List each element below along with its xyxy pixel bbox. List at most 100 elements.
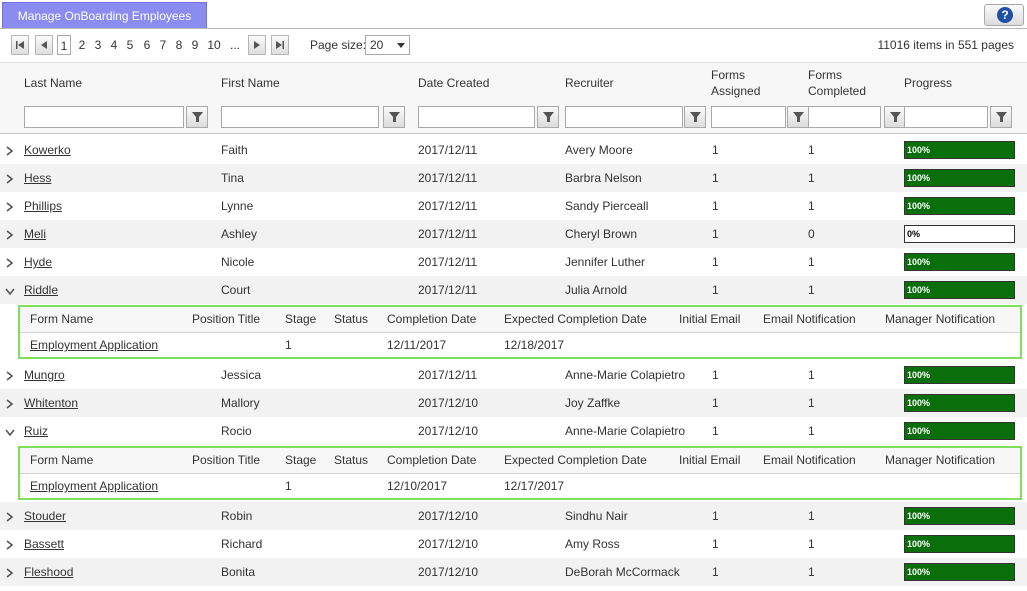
- filter-button-recruiter[interactable]: [684, 106, 706, 128]
- chevron-right-icon[interactable]: [5, 370, 14, 381]
- detail-col-status[interactable]: Status: [334, 307, 368, 331]
- filter-button-forms-assigned[interactable]: [787, 106, 809, 128]
- page-1[interactable]: 1: [57, 35, 71, 55]
- detail-stage: 1: [285, 479, 292, 493]
- chevron-down-icon[interactable]: [5, 285, 15, 296]
- progress-bar: 100%: [904, 169, 1015, 187]
- next-page-button[interactable]: [248, 35, 266, 55]
- page-8[interactable]: 8: [173, 35, 185, 55]
- detail-col-expected-completion-date[interactable]: Expected Completion Date: [504, 448, 647, 472]
- detail-col-completion-date[interactable]: Completion Date: [387, 448, 476, 472]
- filter-input-progress[interactable]: [904, 106, 988, 128]
- page-7[interactable]: 7: [157, 35, 169, 55]
- tab-manage-onboarding[interactable]: Manage OnBoarding Employees: [2, 2, 207, 28]
- chevron-right-icon[interactable]: [5, 173, 14, 184]
- detail-col-position-title[interactable]: Position Title: [192, 307, 260, 331]
- page-10[interactable]: 10: [205, 35, 223, 55]
- last-name-link[interactable]: Bassett: [24, 530, 64, 558]
- date-created: 2017/12/10: [418, 509, 479, 523]
- filter-button-date-created[interactable]: [537, 106, 559, 128]
- first-name: Robin: [221, 509, 253, 523]
- last-name-link[interactable]: Hess: [24, 164, 51, 192]
- detail-form-name-link[interactable]: Employment Application: [30, 333, 158, 357]
- last-name-link[interactable]: Phillips: [24, 192, 62, 220]
- first-page-button[interactable]: [11, 35, 29, 55]
- detail-form-name-link[interactable]: Employment Application: [30, 474, 158, 498]
- col-forms-assigned[interactable]: Forms Assigned: [711, 63, 781, 103]
- recruiter: Jennifer Luther: [565, 255, 646, 269]
- filter-icon: [192, 112, 203, 122]
- detail-col-manager-notification[interactable]: Manager Notification: [885, 307, 995, 331]
- last-page-button[interactable]: [271, 35, 289, 55]
- chevron-right-icon[interactable]: [5, 145, 14, 156]
- detail-col-initial-email[interactable]: Initial Email: [679, 307, 740, 331]
- page-3[interactable]: 3: [92, 35, 104, 55]
- last-name-link[interactable]: Whitenton: [24, 389, 78, 417]
- filter-input-forms-completed[interactable]: [808, 106, 881, 128]
- last-name-link[interactable]: Mungro: [24, 361, 65, 389]
- forms-completed: 1: [808, 283, 815, 297]
- detail-col-manager-notification[interactable]: Manager Notification: [885, 448, 995, 472]
- filter-input-recruiter[interactable]: [565, 106, 683, 128]
- filter-input-last-name[interactable]: [24, 106, 184, 128]
- chevron-right-icon[interactable]: [5, 511, 14, 522]
- detail-col-initial-email[interactable]: Initial Email: [679, 448, 740, 472]
- page-6[interactable]: 6: [141, 35, 153, 55]
- col-progress[interactable]: Progress: [904, 63, 952, 103]
- page-2[interactable]: 2: [76, 35, 88, 55]
- date-created: 2017/12/10: [418, 424, 479, 438]
- chevron-right-icon[interactable]: [5, 201, 14, 212]
- date-created: 2017/12/11: [418, 199, 478, 213]
- filter-button-progress[interactable]: [990, 106, 1012, 128]
- filter-button-first-name[interactable]: [383, 106, 405, 128]
- detail-col-email-notification[interactable]: Email Notification: [763, 448, 856, 472]
- col-recruiter[interactable]: Recruiter: [565, 63, 614, 103]
- filter-button-forms-completed[interactable]: [884, 106, 906, 128]
- detail-col-stage[interactable]: Stage: [285, 307, 316, 331]
- detail-col-form-name[interactable]: Form Name: [30, 448, 93, 472]
- last-name-link[interactable]: Stouder: [24, 502, 66, 530]
- prev-page-button[interactable]: [35, 35, 53, 55]
- detail-col-stage[interactable]: Stage: [285, 448, 316, 472]
- filter-input-first-name[interactable]: [221, 106, 379, 128]
- page-more[interactable]: ...: [228, 35, 242, 55]
- last-name-link[interactable]: Kowerko: [24, 136, 71, 164]
- forms-completed: 1: [808, 143, 815, 157]
- col-forms-completed[interactable]: Forms Completed: [808, 63, 878, 103]
- last-name-link[interactable]: Hyde: [24, 248, 52, 276]
- col-first-name[interactable]: First Name: [221, 63, 280, 103]
- chevron-right-icon[interactable]: [5, 539, 14, 550]
- detail-col-email-notification[interactable]: Email Notification: [763, 307, 856, 331]
- col-last-name[interactable]: Last Name: [24, 63, 82, 103]
- page-size-select[interactable]: 20: [365, 35, 410, 55]
- page-5[interactable]: 5: [124, 35, 136, 55]
- help-button[interactable]: ?: [984, 4, 1024, 26]
- last-name-link[interactable]: Ruiz: [24, 417, 48, 445]
- first-name: Jessica: [221, 368, 262, 382]
- last-name-link[interactable]: Meli: [24, 220, 46, 248]
- chevron-down-icon[interactable]: [5, 426, 15, 437]
- last-name-link[interactable]: Riddle: [24, 276, 58, 304]
- date-created: 2017/12/11: [418, 171, 478, 185]
- detail-col-completion-date[interactable]: Completion Date: [387, 307, 476, 331]
- detail-col-status[interactable]: Status: [334, 448, 368, 472]
- last-name-link[interactable]: Fleshood: [24, 558, 73, 586]
- chevron-right-icon[interactable]: [5, 567, 14, 578]
- filter-input-forms-assigned[interactable]: [711, 106, 786, 128]
- page-4[interactable]: 4: [108, 35, 120, 55]
- page-9[interactable]: 9: [189, 35, 201, 55]
- chevron-right-icon[interactable]: [5, 398, 14, 409]
- filter-icon: [996, 112, 1007, 122]
- col-date-created[interactable]: Date Created: [418, 63, 489, 103]
- chevron-right-icon[interactable]: [5, 257, 14, 268]
- detail-col-form-name[interactable]: Form Name: [30, 307, 93, 331]
- table-row: Riddle Court 2017/12/11 Julia Arnold 1 1 100%: [0, 276, 1027, 304]
- table-row: Meli Ashley 2017/12/11 Cheryl Brown 1 0 0%: [0, 220, 1027, 248]
- filter-button-last-name[interactable]: [186, 106, 208, 128]
- recruiter: Avery Moore: [565, 143, 633, 157]
- first-name: Tina: [221, 171, 244, 185]
- detail-col-position-title[interactable]: Position Title: [192, 448, 260, 472]
- chevron-right-icon[interactable]: [5, 229, 14, 240]
- detail-col-expected-completion-date[interactable]: Expected Completion Date: [504, 307, 647, 331]
- filter-input-date-created[interactable]: [418, 106, 535, 128]
